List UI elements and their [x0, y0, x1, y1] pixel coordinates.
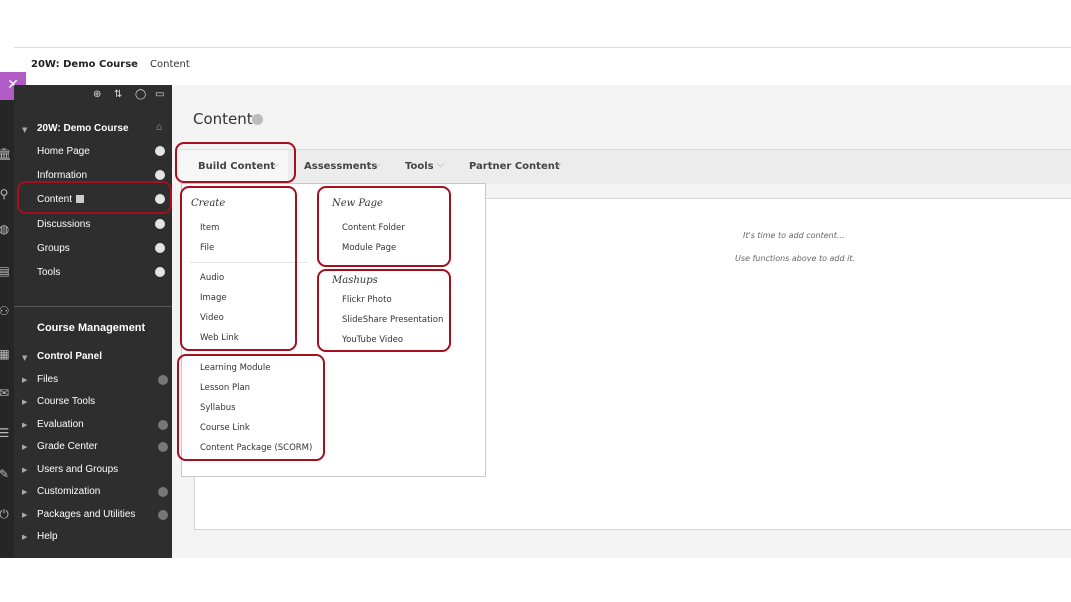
page-title: Content — [193, 110, 253, 128]
expand-caret-icon[interactable]: ▶ — [22, 376, 27, 384]
collapse-caret-icon[interactable]: ▼ — [22, 354, 27, 362]
cp-item-users-and-groups[interactable]: Users and Groups — [37, 464, 118, 475]
empty-hint: Use functions above to add it. — [735, 254, 856, 263]
cp-item-help[interactable]: Help — [37, 531, 58, 542]
expand-caret-icon[interactable]: ▶ — [22, 533, 27, 541]
cp-item-customization[interactable]: Customization — [37, 486, 100, 497]
cp-item-arrow-icon[interactable] — [158, 375, 168, 385]
tab-tools[interactable]: Tools — [405, 161, 434, 172]
tab-partner-content[interactable]: Partner Content — [469, 161, 560, 172]
cp-item-arrow-icon[interactable] — [158, 420, 168, 430]
expand-caret-icon[interactable]: ▶ — [22, 398, 27, 406]
menu-item-tools[interactable]: Tools — [37, 267, 60, 278]
tools-icon[interactable]: ✎ — [0, 466, 12, 482]
expand-caret-icon[interactable]: ▶ — [22, 488, 27, 496]
empty-message: It's time to add content... — [743, 231, 845, 240]
highlight-mashups-group — [317, 269, 451, 352]
grades-icon[interactable]: ☰ — [0, 425, 12, 441]
expand-caret-icon[interactable]: ▶ — [22, 466, 27, 474]
collapse-caret-icon[interactable]: ▼ — [22, 126, 27, 134]
logout-icon[interactable]: ⏻ — [0, 506, 12, 522]
cp-item-grade-center[interactable]: Grade Center — [37, 441, 98, 452]
highlight-build-content-tab — [175, 142, 296, 183]
cp-item-arrow-icon[interactable] — [158, 510, 168, 520]
chevron-down-icon[interactable]: ⌵ — [374, 160, 381, 170]
expand-caret-icon[interactable]: ▶ — [22, 421, 27, 429]
breadcrumb-course-link[interactable]: 20W: Demo Course — [31, 59, 138, 70]
menu-item-information[interactable]: Information — [37, 170, 87, 181]
highlight-learning-group — [177, 354, 325, 461]
page-options-icon[interactable] — [252, 114, 263, 125]
courses-icon[interactable]: ▤ — [0, 263, 12, 279]
profile-icon[interactable]: ⚲ — [0, 186, 12, 202]
cp-item-packages-and-utilities[interactable]: Packages and Utilities — [37, 509, 135, 520]
course-title[interactable]: 20W: Demo Course — [37, 123, 129, 134]
menu-divider — [14, 306, 172, 307]
tab-assessments[interactable]: Assessments — [304, 161, 377, 172]
menu-item-discussions[interactable]: Discussions — [37, 219, 90, 230]
institution-icon[interactable]: 🏛 — [0, 146, 12, 162]
expand-caret-icon[interactable]: ▶ — [22, 511, 27, 519]
cp-item-arrow-icon[interactable] — [158, 487, 168, 497]
messages-icon[interactable]: ✉ — [0, 385, 12, 401]
globe-icon[interactable]: ◍ — [0, 221, 12, 237]
breadcrumb-current-page: Content — [150, 59, 190, 70]
menu-options-icon[interactable] — [155, 219, 165, 229]
menu-options-icon[interactable] — [155, 267, 165, 277]
highlight-content-menu-item — [17, 181, 172, 214]
highlight-new-page-group — [317, 186, 451, 267]
home-icon[interactable]: ⌂ — [156, 122, 162, 133]
chevron-down-icon[interactable]: ⌵ — [555, 160, 562, 170]
menu-item-home-page[interactable]: Home Page — [37, 146, 90, 157]
expand-caret-icon[interactable]: ▶ — [22, 443, 27, 451]
calendar-icon[interactable]: ▦ — [0, 346, 12, 362]
menu-options-icon[interactable] — [155, 170, 165, 180]
reorder-icon[interactable]: ⇅ — [114, 89, 122, 100]
chevron-down-icon[interactable]: ⌵ — [437, 160, 444, 170]
highlight-create-group — [180, 186, 297, 351]
add-menu-item-icon[interactable]: ⊕ — [93, 89, 101, 100]
menu-options-icon[interactable] — [155, 146, 165, 156]
cp-item-files[interactable]: Files — [37, 374, 58, 385]
menu-item-groups[interactable]: Groups — [37, 243, 70, 254]
folder-view-icon[interactable]: ▭ — [155, 89, 164, 100]
groups-icon[interactable]: ⚇ — [0, 303, 12, 319]
cp-item-course-tools[interactable]: Course Tools — [37, 396, 95, 407]
refresh-icon[interactable]: ◯ — [135, 89, 146, 100]
course-management-heading: Course Management — [37, 322, 146, 334]
cp-item-evaluation[interactable]: Evaluation — [37, 419, 84, 430]
control-panel-heading[interactable]: Control Panel — [37, 351, 102, 362]
menu-options-icon[interactable] — [155, 243, 165, 253]
cp-item-arrow-icon[interactable] — [158, 442, 168, 452]
